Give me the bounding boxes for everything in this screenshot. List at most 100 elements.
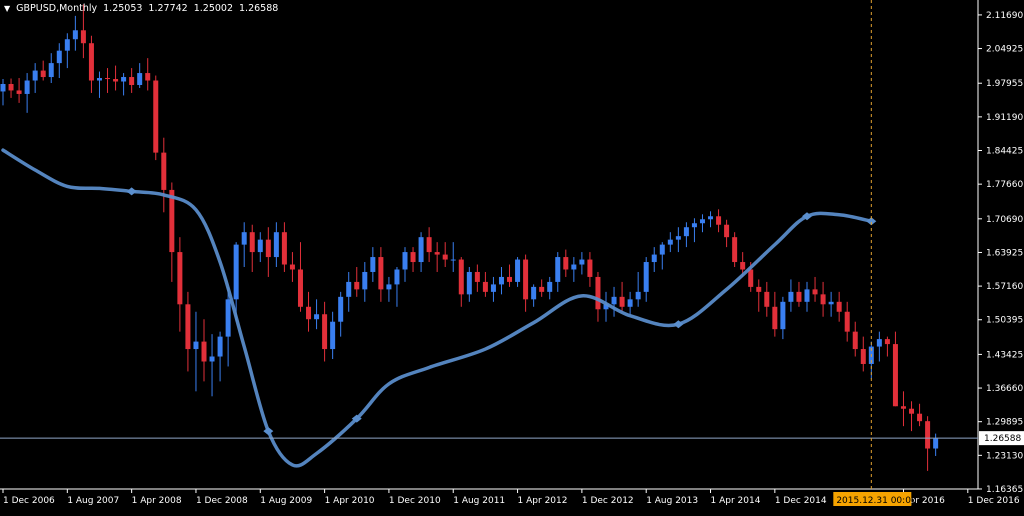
candle-body bbox=[796, 291, 802, 302]
cursor-date-label: 2015.12.31 00:00 bbox=[836, 496, 917, 506]
candle-body bbox=[812, 289, 818, 295]
candle-body bbox=[884, 339, 890, 345]
x-tick-label: 1 Apr 2014 bbox=[711, 496, 761, 506]
y-tick-label: 1.91190 bbox=[986, 113, 1023, 123]
candle-body bbox=[788, 291, 794, 302]
candle-body bbox=[273, 232, 279, 258]
open-value: 1.25053 bbox=[103, 3, 143, 14]
candle-body bbox=[32, 70, 38, 81]
candle-body bbox=[241, 232, 247, 245]
candle-body bbox=[88, 43, 94, 81]
high-value: 1.27742 bbox=[148, 3, 188, 14]
candle-body bbox=[892, 344, 898, 407]
candle-body bbox=[40, 70, 46, 78]
candle-body bbox=[233, 244, 239, 300]
candle-body bbox=[370, 257, 376, 272]
candle-body bbox=[587, 259, 593, 277]
x-tick-label: 1 Dec 2010 bbox=[389, 496, 441, 506]
candle-body bbox=[442, 254, 448, 260]
candle-body bbox=[764, 291, 770, 307]
y-tick-label: 1.63925 bbox=[986, 248, 1023, 258]
candle-body bbox=[683, 227, 689, 237]
candle-body bbox=[635, 291, 641, 300]
x-tick-label: 1 Aug 2009 bbox=[260, 496, 312, 506]
candle-body bbox=[675, 236, 681, 240]
candle-body bbox=[667, 239, 673, 245]
candle-body bbox=[378, 257, 384, 290]
candle-body bbox=[876, 339, 882, 347]
candle-body bbox=[338, 296, 344, 322]
chart-area[interactable]: 2.11690 2.04925 1.97955 1.91190 1.84425 1.776… bbox=[0, 0, 1024, 512]
candle-body bbox=[780, 301, 786, 330]
candle-body bbox=[80, 30, 86, 44]
candle-body bbox=[386, 284, 392, 290]
low-value: 1.25002 bbox=[193, 3, 234, 14]
candle-body bbox=[48, 63, 54, 78]
y-tick-label: 1.70690 bbox=[986, 215, 1023, 225]
candle-body bbox=[24, 80, 30, 94]
moving-average-curve bbox=[1, 148, 877, 468]
candle-body bbox=[740, 262, 746, 270]
y-tick-label: 1.43425 bbox=[986, 350, 1023, 360]
candle-body bbox=[643, 262, 649, 292]
y-tick-label: 2.04925 bbox=[986, 45, 1023, 55]
x-tick-label: 1 Dec 2014 bbox=[775, 496, 827, 506]
x-tick-label: 1 Dec 2008 bbox=[196, 496, 248, 506]
y-tick-label: 1.16365 bbox=[986, 485, 1023, 495]
x-tick-label: 1 Dec 2006 bbox=[3, 496, 55, 506]
price-badge-label: 1.26588 bbox=[984, 434, 1021, 444]
y-tick-label: 1.23130 bbox=[986, 451, 1023, 461]
candle-body bbox=[153, 80, 159, 153]
x-tick-label: 1 Dec 2012 bbox=[582, 496, 634, 506]
x-tick-label: 1 Aug 2011 bbox=[453, 496, 505, 506]
y-tick-label: 2.11690 bbox=[986, 11, 1023, 21]
x-tick-label: 1 Apr 2010 bbox=[325, 496, 375, 506]
candles-group bbox=[0, 4, 939, 471]
price-chart[interactable]: 2.11690 2.04925 1.97955 1.91190 1.84425 1.776… bbox=[0, 0, 1024, 512]
candle-body bbox=[563, 257, 569, 270]
candle-body bbox=[860, 349, 866, 364]
candle-body bbox=[129, 77, 135, 85]
price-axis[interactable]: 2.11690 2.04925 1.97955 1.91190 1.84425 1.776… bbox=[978, 11, 1023, 495]
candle-body bbox=[756, 286, 762, 292]
y-tick-label: 1.97955 bbox=[986, 79, 1023, 89]
candle-body bbox=[531, 286, 537, 300]
candle-body bbox=[354, 281, 360, 290]
candle-body bbox=[515, 259, 521, 282]
candle-body bbox=[490, 284, 496, 292]
candle-body bbox=[0, 83, 6, 92]
candle-body bbox=[555, 257, 561, 282]
candle-body bbox=[265, 239, 271, 258]
candle-body bbox=[708, 216, 714, 220]
candle-body bbox=[434, 252, 440, 255]
candle-body bbox=[322, 314, 328, 350]
candle-body bbox=[177, 252, 183, 305]
candle-body bbox=[281, 232, 287, 265]
y-tick-label: 1.57160 bbox=[986, 282, 1023, 292]
y-tick-label: 1.84425 bbox=[986, 147, 1023, 157]
chart-header: ▼ GBPUSD,Monthly 1.25053 1.27742 1.25002… bbox=[4, 3, 278, 14]
candle-body bbox=[507, 276, 513, 282]
candle-body bbox=[627, 299, 633, 307]
candle-body bbox=[474, 271, 480, 282]
x-tick-label: 1 Apr 2012 bbox=[518, 496, 568, 506]
candle-body bbox=[659, 244, 665, 255]
candle-body bbox=[523, 259, 529, 300]
x-tick-label: 1 Aug 2007 bbox=[67, 496, 119, 506]
candle-body bbox=[145, 73, 151, 81]
candle-body bbox=[498, 276, 504, 285]
candle-body bbox=[249, 232, 255, 253]
candle-body bbox=[804, 289, 810, 302]
candle-body bbox=[772, 306, 778, 330]
candle-body bbox=[161, 152, 167, 190]
candle-body bbox=[402, 252, 408, 270]
ma-curve-path bbox=[1, 148, 874, 468]
candle-body bbox=[611, 296, 617, 305]
triangle-down-icon[interactable]: ▼ bbox=[4, 4, 10, 13]
candle-body bbox=[925, 421, 931, 449]
candle-body bbox=[137, 73, 143, 85]
candle-body bbox=[426, 237, 432, 253]
candle-body bbox=[362, 271, 368, 290]
candle-body bbox=[257, 239, 263, 253]
candle-body bbox=[466, 271, 472, 295]
